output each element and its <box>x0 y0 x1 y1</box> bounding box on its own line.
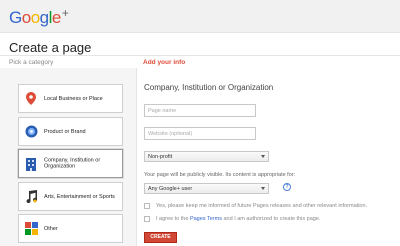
category-label: Product or Brand <box>44 128 86 135</box>
category-other[interactable]: Other <box>18 214 123 243</box>
logo-letter: o <box>21 8 31 27</box>
website-input[interactable] <box>144 127 256 140</box>
building-icon <box>24 157 38 171</box>
category-sidebar: Local Business or Place Product or Brand… <box>0 68 137 246</box>
terms-checkbox-row: I agree to the Pages Terms and I am auth… <box>144 216 320 222</box>
grid-icon <box>24 222 38 236</box>
logo-letter: g <box>39 8 49 27</box>
updates-checkbox-label: Yes, please keep me informed of future P… <box>156 203 368 209</box>
updates-checkbox-row: Yes, please keep me informed of future P… <box>144 203 367 209</box>
tag-icon <box>24 125 38 139</box>
help-icon[interactable]: ? <box>283 183 291 191</box>
chevron-down-icon <box>261 187 265 190</box>
music-note-icon <box>24 190 38 204</box>
category-label: Local Business or Place <box>44 95 103 102</box>
create-button[interactable]: CREATE <box>144 232 177 243</box>
divider <box>0 55 400 56</box>
page-name-input[interactable] <box>144 104 256 117</box>
updates-checkbox[interactable] <box>144 203 150 209</box>
terms-checkbox[interactable] <box>144 216 150 222</box>
select-value: Non-profit <box>148 154 173 160</box>
organization-type-select[interactable]: Non-profit <box>144 151 269 162</box>
visibility-note: Your page will be publicly visible. Its … <box>144 172 296 178</box>
info-header: Add your info <box>143 59 186 66</box>
logo-letter: e <box>51 8 61 27</box>
category-label: Arts, Entertainment or Sports <box>44 193 115 200</box>
google-plus-logo[interactable]: Google+ <box>9 6 69 28</box>
chevron-down-icon <box>261 155 265 158</box>
category-product-brand[interactable]: Product or Brand <box>18 117 123 146</box>
form-title: Company, Institution or Organization <box>144 83 274 92</box>
terms-prefix: I agree to the <box>156 216 189 222</box>
category-company[interactable]: Company, Institution or Organization <box>18 149 123 178</box>
logo-letter: G <box>9 8 22 27</box>
select-value: Any Google+ user <box>148 186 193 192</box>
map-pin-icon <box>24 92 38 106</box>
category-arts-entertainment[interactable]: Arts, Entertainment or Sports <box>18 182 123 211</box>
logo-letter: o <box>30 8 40 27</box>
top-bar: Google+ <box>0 0 400 33</box>
logo-plus: + <box>61 6 69 20</box>
category-header: Pick a category <box>9 59 54 66</box>
category-label: Company, Institution or Organization <box>44 157 101 170</box>
audience-select[interactable]: Any Google+ user <box>144 183 269 194</box>
category-local-business[interactable]: Local Business or Place <box>18 84 123 113</box>
page-title: Create a page <box>9 40 92 55</box>
category-label: Other <box>44 225 58 232</box>
terms-suffix: and I am authorized to create this page. <box>223 216 321 222</box>
logo-text: Google <box>9 8 61 27</box>
pages-terms-link[interactable]: Pages Terms <box>190 216 222 222</box>
